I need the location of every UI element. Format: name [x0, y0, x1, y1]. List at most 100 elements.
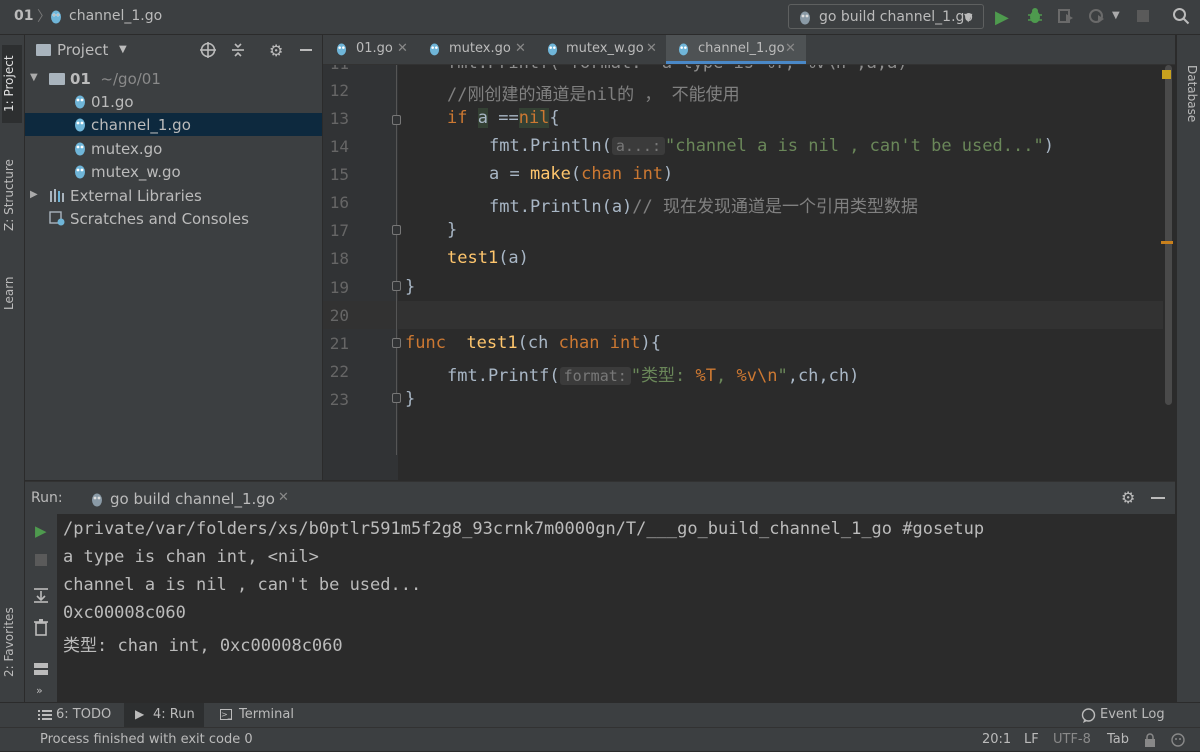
caret-position[interactable]: 20:1	[982, 732, 1011, 747]
run-tool-button[interactable]: ▶ 4: Run	[124, 703, 204, 728]
tree-item-file-selected[interactable]: channel_1.go	[25, 113, 322, 136]
fold-marker-icon[interactable]	[392, 338, 401, 348]
editor-tab[interactable]: mutex_w.go ✕	[535, 35, 666, 64]
code-brace: ){	[640, 333, 661, 353]
profile-icon[interactable]	[1088, 8, 1106, 28]
debug-icon[interactable]	[1026, 7, 1044, 29]
fold-marker-icon[interactable]	[392, 281, 401, 291]
editor-tab-label: mutex.go	[449, 41, 511, 56]
code-args: (a)	[498, 248, 529, 268]
line-number: 13	[329, 109, 349, 128]
tree-item-label: mutex.go	[91, 140, 163, 158]
go-file-icon	[74, 164, 86, 183]
console-output-line: channel a is nil , can't be used...	[63, 575, 422, 595]
lock-icon[interactable]	[1144, 733, 1156, 751]
code-line-14: fmt.Println(a...: "channel a is nil , can…	[489, 136, 1054, 156]
line-number: 23	[329, 390, 349, 409]
fold-marker-icon[interactable]	[392, 225, 401, 235]
close-icon[interactable]: ✕	[397, 41, 408, 56]
layout-icon[interactable]	[33, 662, 49, 680]
minimize-icon[interactable]	[1151, 497, 1165, 499]
structure-tool-tab[interactable]: Z: Structure	[2, 145, 22, 245]
file-encoding[interactable]: UTF-8	[1053, 732, 1091, 747]
close-icon[interactable]: ✕	[278, 490, 289, 505]
breadcrumb-file[interactable]: channel_1.go	[69, 8, 162, 24]
dropdown-arrow-icon[interactable]: ▼	[119, 44, 127, 55]
code-args: ,ch,ch)	[787, 366, 860, 386]
scroll-to-end-icon[interactable]	[32, 586, 50, 608]
learn-tool-tab[interactable]: Learn	[2, 263, 22, 323]
run-configuration-select[interactable]: go build channel_1.go ▼	[788, 4, 984, 29]
close-icon[interactable]: ✕	[515, 41, 526, 56]
locate-target-icon[interactable]	[199, 41, 217, 63]
editor-scrollbar[interactable]	[1165, 65, 1172, 405]
code-keyword: func	[405, 333, 446, 353]
tree-item-file[interactable]: 01.go	[25, 90, 322, 113]
tree-item-external-libraries[interactable]: ▶ External Libraries	[25, 184, 322, 207]
tree-item-file[interactable]: mutex.go	[25, 137, 322, 160]
gear-icon[interactable]: ⚙	[1121, 488, 1135, 507]
go-file-icon	[799, 10, 811, 29]
status-message[interactable]: Process finished with exit code 0	[40, 732, 253, 747]
line-number: 19	[329, 278, 349, 297]
run-config-tab[interactable]: go build channel_1.go ✕	[83, 485, 303, 512]
code-call: fmt.Printf(	[447, 366, 560, 386]
inspector-icon[interactable]	[1170, 732, 1186, 752]
error-stripe-marker[interactable]	[1161, 241, 1173, 244]
line-number: 21	[329, 334, 349, 353]
close-icon[interactable]: ✕	[646, 41, 657, 56]
chevron-down-icon[interactable]: ▼	[30, 72, 38, 83]
event-log-tool-button[interactable]: Event Log	[1078, 703, 1170, 728]
collapse-all-icon[interactable]	[230, 41, 246, 63]
search-icon[interactable]	[1172, 7, 1190, 29]
tree-item-scratches[interactable]: Scratches and Consoles	[25, 207, 322, 230]
tree-item-file[interactable]: mutex_w.go	[25, 160, 322, 183]
library-icon	[49, 188, 65, 207]
editor-tab[interactable]: mutex.go ✕	[417, 35, 535, 64]
console-output-line: a type is chan int, <nil>	[63, 547, 319, 567]
project-tool-tab[interactable]: 1: Project	[2, 45, 22, 123]
navigation-bar: 01 〉 channel_1.go go build channel_1.go …	[0, 0, 1200, 35]
project-view-title[interactable]: Project	[36, 41, 108, 59]
code-call: fmt.Println(	[489, 136, 612, 156]
close-icon[interactable]: ✕	[785, 41, 796, 56]
code-editor[interactable]: 11 12 13 14 15 16 17 18 19 20 21 22 23 f…	[323, 65, 1175, 480]
fold-marker-icon[interactable]	[392, 115, 401, 125]
stop-icon[interactable]	[35, 554, 47, 566]
terminal-tool-button[interactable]: >_ Terminal	[212, 703, 302, 728]
run-tool-label: 4: Run	[153, 707, 195, 722]
database-tool-tab[interactable]: Database	[1179, 65, 1199, 165]
gear-icon[interactable]: ⚙	[269, 41, 283, 60]
rerun-icon[interactable]: ▶	[35, 522, 47, 540]
favorites-tool-tab[interactable]: 2: Favorites	[2, 587, 22, 697]
tree-item-label: 01.go	[91, 93, 134, 111]
caret-row-highlight	[323, 301, 1163, 329]
tree-item-label: channel_1.go	[91, 116, 191, 134]
trash-icon[interactable]	[33, 618, 49, 640]
tree-item-project-root[interactable]: ▼ 01 ~/go/01	[25, 67, 322, 90]
event-log-icon	[1081, 708, 1096, 727]
inspection-warning-marker[interactable]	[1162, 70, 1171, 79]
line-separator[interactable]: LF	[1024, 732, 1039, 747]
go-file-icon	[74, 141, 86, 160]
line-number: 17	[329, 221, 349, 240]
code-call: fmt.Println(a)	[489, 197, 633, 217]
indent-setting[interactable]: Tab	[1107, 732, 1129, 747]
dropdown-arrow-icon[interactable]: ▼	[1112, 10, 1120, 21]
code-line-11: fmt.Printf( format: "a type is %T, %v\n"…	[447, 65, 908, 73]
more-icon[interactable]: »	[36, 684, 43, 697]
fold-marker-icon[interactable]	[392, 393, 401, 403]
line-number: 11	[323, 65, 349, 73]
editor-tab-label: channel_1.go	[698, 41, 785, 56]
run-icon[interactable]: ▶	[995, 7, 1009, 28]
go-file-icon	[547, 42, 558, 60]
chevron-right-icon[interactable]: ▶	[30, 189, 38, 200]
run-with-coverage-icon[interactable]	[1057, 8, 1075, 28]
breadcrumb-root[interactable]: 01	[14, 8, 33, 24]
editor-tab-active[interactable]: channel_1.go ✕	[666, 35, 806, 64]
line-number: 15	[329, 165, 349, 184]
editor-tab[interactable]: 01.go ✕	[323, 35, 417, 64]
stop-icon[interactable]	[1137, 10, 1149, 22]
minimize-icon[interactable]	[300, 49, 312, 51]
todo-tool-button[interactable]: 6: TODO	[30, 703, 118, 728]
